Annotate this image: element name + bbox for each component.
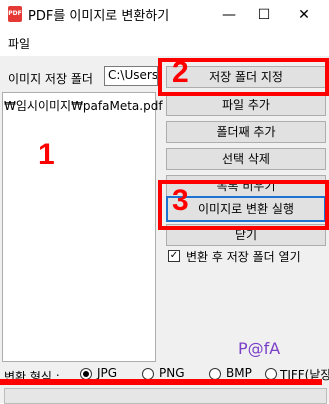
menu-bar bbox=[0, 30, 329, 56]
radio-bmp-label: BMP bbox=[226, 366, 252, 380]
file-list-item[interactable]: ₩임시이미지₩pafaMeta.pdf bbox=[4, 97, 163, 114]
annotation-number-1: 1 bbox=[38, 138, 55, 171]
save-folder-label: 이미지 저장 폴더 bbox=[8, 72, 93, 86]
maximize-button[interactable]: ☐ bbox=[244, 0, 284, 30]
open-folder-label: 변환 후 저장 폴더 열기 bbox=[186, 250, 301, 264]
delete-selected-button[interactable]: 선택 삭제 bbox=[166, 148, 326, 170]
radio-selected-dot bbox=[83, 371, 89, 377]
radio-png-label: PNG bbox=[159, 366, 185, 380]
close-window-button[interactable]: ✕ bbox=[284, 0, 324, 30]
progress-bar bbox=[4, 388, 327, 404]
annotation-number-3: 3 bbox=[172, 184, 189, 217]
annotation-underline bbox=[0, 379, 322, 385]
menu-file[interactable]: 파일 bbox=[8, 35, 30, 52]
save-folder-path-input[interactable]: C:\Users bbox=[104, 66, 158, 86]
add-folder-button[interactable]: 폴더째 추가 bbox=[166, 121, 326, 143]
open-folder-checkbox[interactable]: ✓ bbox=[168, 250, 180, 262]
radio-jpg-label: JPG bbox=[97, 366, 118, 380]
file-list[interactable] bbox=[2, 92, 156, 362]
window-title: PDF를 이미지로 변환하기 bbox=[28, 9, 170, 24]
add-file-button[interactable]: 파일 추가 bbox=[166, 94, 326, 116]
pafa-logo: P@fA bbox=[238, 339, 281, 358]
annotation-number-2: 2 bbox=[172, 56, 189, 89]
pdf-app-icon: PDF bbox=[8, 6, 22, 22]
minimize-button[interactable]: — bbox=[209, 0, 249, 30]
